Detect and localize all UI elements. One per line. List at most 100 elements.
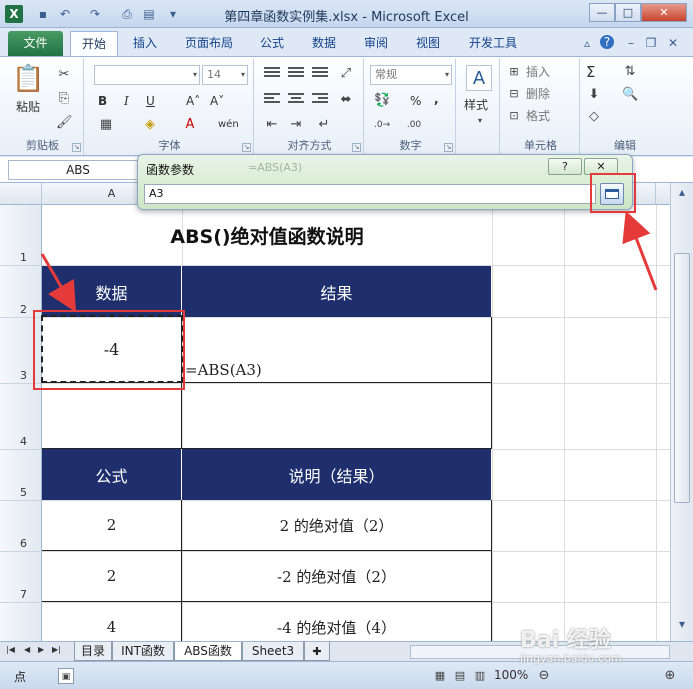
row-header-6[interactable]: 6	[0, 501, 42, 552]
name-box[interactable]: ABS	[8, 160, 148, 180]
bold-button[interactable]: B	[98, 93, 107, 109]
vertical-scroll-thumb[interactable]	[674, 253, 690, 503]
font-size-select[interactable]: 14 ▾	[202, 65, 248, 85]
sheet-tab-int[interactable]: INT函数	[112, 642, 174, 661]
zoom-in-icon[interactable]: ⊕	[662, 668, 678, 684]
align-top-icon[interactable]	[264, 67, 280, 81]
clear-icon[interactable]: ◇	[586, 109, 602, 125]
align-left-icon[interactable]	[264, 93, 280, 107]
dialog-help-button[interactable]: ?	[548, 158, 582, 175]
first-sheet-icon[interactable]: |◀	[6, 645, 15, 654]
styles-icon[interactable]: A	[466, 65, 492, 91]
help-icon[interactable]: ?	[600, 35, 614, 49]
align-right-icon[interactable]	[312, 93, 328, 107]
font-color-icon[interactable]: A	[182, 117, 198, 133]
page-break-view-icon[interactable]: ▥	[472, 668, 488, 684]
sheet-title[interactable]: ABS()绝对值函数说明	[42, 205, 492, 265]
doc-minimize-icon[interactable]: –	[624, 36, 638, 50]
doc-close-icon[interactable]: ✕	[666, 36, 680, 50]
table-row-formula[interactable]: 4	[42, 602, 182, 641]
tab-view[interactable]: 视图	[408, 31, 448, 56]
doc-restore-icon[interactable]: ❐	[644, 36, 658, 50]
select-all-corner[interactable]	[0, 183, 42, 205]
insert-sheet-icon[interactable]: ✚	[304, 642, 330, 661]
scroll-down-icon[interactable]: ▾	[675, 617, 689, 631]
italic-button[interactable]: I	[124, 93, 129, 109]
page-layout-view-icon[interactable]: ▤	[452, 668, 468, 684]
currency-icon[interactable]: 💱	[374, 93, 390, 109]
delete-cells-button[interactable]: 删除	[526, 86, 550, 102]
header-description-cell[interactable]: 说明（结果）	[182, 449, 492, 500]
last-sheet-icon[interactable]: ▶|	[52, 645, 61, 654]
grow-font-button[interactable]: A˄	[186, 93, 200, 109]
comma-button[interactable]: ,	[434, 91, 439, 107]
merge-center-icon[interactable]: ⬌	[338, 92, 354, 108]
clipboard-launcher-icon[interactable]: ↘	[72, 143, 81, 152]
minimize-button[interactable]: —	[589, 3, 615, 22]
underline-button[interactable]: U	[146, 93, 155, 109]
macro-record-icon[interactable]: ▣	[58, 668, 74, 684]
argument-input[interactable]: A3	[144, 184, 596, 204]
row-header-4[interactable]: 4	[0, 384, 42, 450]
vertical-scrollbar[interactable]: ▴ ▾	[670, 183, 693, 641]
normal-view-icon[interactable]: ▦	[432, 668, 448, 684]
table-row-description[interactable]: -2 的绝对值（2）	[182, 551, 492, 602]
tab-formulas[interactable]: 公式	[252, 31, 292, 56]
number-format-select[interactable]: 常规 ▾	[370, 65, 452, 85]
percent-button[interactable]: %	[410, 93, 421, 109]
header-formula-cell[interactable]: 公式	[42, 449, 182, 500]
sort-filter-icon[interactable]: ⇅	[622, 64, 638, 80]
paste-icon[interactable]: 📋	[12, 63, 44, 95]
font-launcher-icon[interactable]: ↘	[242, 143, 251, 152]
next-sheet-icon[interactable]: ▶	[38, 645, 44, 654]
align-bottom-icon[interactable]	[312, 67, 328, 81]
ribbon-collapse-icon[interactable]: ▵	[580, 36, 594, 50]
worksheet[interactable]: 1 2 3 4 5 6 7 ABS()绝对值函数说明 数据 结果 -4 =ABS…	[0, 205, 670, 641]
sheet-tab-toc[interactable]: 目录	[74, 642, 112, 661]
increase-decimal-icon[interactable]: .0→	[374, 117, 390, 133]
prev-sheet-icon[interactable]: ◀	[24, 645, 30, 654]
borders-icon[interactable]: ▦	[98, 117, 114, 133]
decrease-decimal-icon[interactable]: .00	[406, 117, 422, 133]
tab-home[interactable]: 开始	[70, 31, 118, 56]
phonetic-button[interactable]: wén	[218, 117, 239, 133]
paste-button[interactable]: 粘贴	[16, 99, 40, 115]
maximize-button[interactable]: □	[615, 3, 641, 22]
cell-a4[interactable]	[42, 383, 182, 449]
zoom-out-icon[interactable]: ⊖	[536, 668, 552, 684]
tab-page-layout[interactable]: 页面布局	[178, 31, 240, 56]
row-header-5[interactable]: 5	[0, 450, 42, 501]
insert-cells-button[interactable]: 插入	[526, 64, 550, 80]
header-result-cell[interactable]: 结果	[182, 266, 492, 317]
alignment-launcher-icon[interactable]: ↘	[352, 143, 361, 152]
align-middle-icon[interactable]	[288, 67, 304, 81]
zoom-level[interactable]: 100%	[494, 668, 528, 682]
tab-review[interactable]: 审阅	[356, 31, 396, 56]
font-name-select[interactable]: ▾	[94, 65, 200, 85]
scroll-up-icon[interactable]: ▴	[675, 185, 689, 199]
insert-cells-icon[interactable]: ⊞	[506, 64, 522, 80]
tab-developer[interactable]: 开发工具	[460, 31, 526, 56]
formula-entry-text[interactable]: =ABS(A3)	[185, 361, 262, 379]
table-row-formula[interactable]: 2	[42, 551, 182, 602]
format-cells-icon[interactable]: ⊡	[506, 108, 522, 124]
format-painter-icon[interactable]: 🖌	[56, 115, 73, 131]
shrink-font-button[interactable]: A˅	[210, 93, 224, 109]
table-row-formula[interactable]: 2	[42, 500, 182, 551]
tab-data[interactable]: 数据	[304, 31, 344, 56]
row-header-8[interactable]	[0, 603, 42, 641]
wrap-text-icon[interactable]: ↵	[316, 117, 332, 133]
align-center-icon[interactable]	[288, 93, 304, 107]
table-row-description[interactable]: -4 的绝对值（4）	[182, 602, 492, 641]
close-button[interactable]: ✕	[641, 3, 687, 22]
format-cells-button[interactable]: 格式	[526, 108, 550, 124]
autosum-button[interactable]: Σ	[586, 64, 595, 80]
increase-indent-icon[interactable]: ⇥	[288, 117, 304, 133]
row-header-7[interactable]: 7	[0, 552, 42, 603]
sheet-tab-abs[interactable]: ABS函数	[174, 642, 242, 661]
cell-b4[interactable]	[182, 383, 492, 449]
number-launcher-icon[interactable]: ↘	[444, 143, 453, 152]
cut-icon[interactable]: ✂	[56, 67, 72, 83]
fill-color-icon[interactable]: ◈	[142, 117, 158, 133]
delete-cells-icon[interactable]: ⊟	[506, 86, 522, 102]
